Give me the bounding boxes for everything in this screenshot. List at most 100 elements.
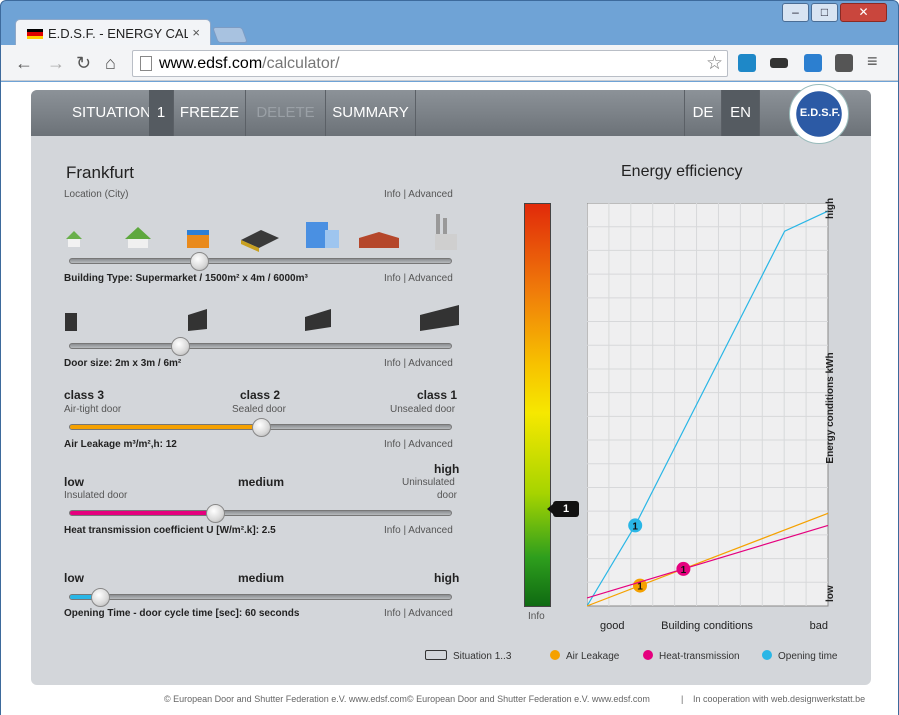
- air-leakage-label: Air Leakage m³/m²,h: 12: [64, 439, 177, 450]
- air-class3-label: class 3: [64, 388, 105, 402]
- door-size-knob[interactable]: [171, 337, 191, 356]
- air-leakage-knob[interactable]: [251, 418, 271, 437]
- app-menu-bar: SITUATION 1 FREEZE DELETE SUMMARY DE EN …: [31, 84, 871, 144]
- energy-chart: 1 1 1 good Building conditions bad: [587, 203, 829, 632]
- bookmark-star-icon[interactable]: ☆: [706, 52, 723, 75]
- door-size-label: Door size: 2m x 3m / 6m²: [64, 358, 182, 369]
- door-small-icon: [65, 313, 77, 331]
- footer-cooperation: In cooperation with web.designwerkstatt.…: [693, 694, 866, 704]
- opening-time-knob[interactable]: [90, 588, 110, 607]
- heat-info-link[interactable]: Info | Advanced: [384, 525, 453, 536]
- heat-high-sub1: Uninsulated: [402, 477, 455, 488]
- heat-high-label: high: [434, 462, 460, 476]
- browser-window: E.D.S.F. - ENERGY CALC × – □ ✕ ← → ↻ ⌂ w…: [0, 0, 899, 715]
- address-bar[interactable]: www.edsf.com/calculator/ ☆: [132, 50, 728, 77]
- delete-menu[interactable]: DELETE: [246, 90, 326, 136]
- opening-low-label: low: [64, 571, 84, 585]
- building-type-icons: [66, 214, 457, 252]
- opening-high-label: high: [434, 571, 460, 585]
- door-info-link[interactable]: Info | Advanced: [384, 358, 453, 369]
- building-type-slider[interactable]: [69, 252, 452, 271]
- air-class1-sub: Unsealed door: [390, 404, 456, 415]
- situation-marker-icon: [425, 650, 447, 660]
- back-icon[interactable]: ←: [15, 53, 33, 74]
- freeze-menu[interactable]: FREEZE: [174, 90, 246, 136]
- heat-low-label: low: [64, 475, 84, 489]
- close-window-button[interactable]: ✕: [840, 3, 887, 22]
- heat-transmission-label: Heat transmission coefficient U [W/m².k]…: [64, 525, 276, 536]
- menu-icon[interactable]: ≡: [867, 51, 878, 72]
- tab-close-icon[interactable]: ×: [192, 25, 200, 40]
- heat-low-sub: Insulated door: [64, 490, 128, 501]
- air-class3-sub: Air-tight door: [64, 404, 122, 415]
- x-high-label: bad: [810, 620, 828, 632]
- scale-info-link[interactable]: Info: [528, 611, 545, 622]
- lang-de[interactable]: DE: [684, 90, 722, 136]
- air-class1-label: class 1: [417, 388, 458, 402]
- air-class2-label: class 2: [240, 388, 281, 402]
- air-leakage-slider[interactable]: [69, 418, 452, 437]
- footer-separator: |: [681, 694, 684, 704]
- footer-copyright: © European Door and Shutter Federation e…: [164, 694, 650, 704]
- home-icon[interactable]: ⌂: [105, 53, 116, 74]
- series-marker-label: 1: [681, 565, 687, 576]
- small-house-icon: [66, 231, 82, 247]
- forward-icon[interactable]: →: [47, 53, 65, 74]
- x-axis-label: Building conditions: [661, 620, 753, 632]
- tab-title: E.D.S.F. - ENERGY CALC: [48, 26, 188, 41]
- maximize-button[interactable]: □: [811, 3, 838, 22]
- page-icon: [140, 56, 152, 71]
- heat-transmission-knob[interactable]: [205, 504, 225, 523]
- heat-transmission-fill: [70, 511, 216, 515]
- situation-number[interactable]: 1: [149, 90, 174, 136]
- opening-info-link[interactable]: Info | Advanced: [384, 608, 453, 619]
- house-icon: [125, 227, 151, 248]
- heat-transmission-slider[interactable]: [69, 504, 452, 523]
- series-marker-label: 1: [637, 582, 643, 593]
- opening-dot-icon: [762, 650, 772, 660]
- opening-time-slider[interactable]: [69, 588, 452, 607]
- lang-en[interactable]: EN: [722, 90, 760, 136]
- supermarket-icon: [241, 230, 279, 252]
- city-name: Frankfurt: [66, 163, 135, 182]
- air-class2-sub: Sealed door: [232, 404, 286, 415]
- page-content: SITUATION 1 FREEZE DELETE SUMMARY DE EN …: [1, 82, 898, 715]
- extension-tool-icon[interactable]: [835, 54, 853, 72]
- new-tab-button[interactable]: [212, 27, 248, 43]
- minimize-button[interactable]: –: [782, 3, 809, 22]
- extension-mask-icon[interactable]: [770, 58, 788, 68]
- legend-heat: Heat-transmission: [643, 650, 740, 662]
- door-medium-icon: [188, 309, 207, 331]
- heat-dot-icon: [643, 650, 653, 660]
- air-info-link[interactable]: Info | Advanced: [384, 439, 453, 450]
- heat-high-sub2: door: [437, 490, 458, 501]
- location-label: Location (City): [64, 189, 129, 200]
- extension-blue-icon[interactable]: [804, 54, 822, 72]
- office-building-icon: [306, 222, 339, 248]
- building-info-link[interactable]: Info | Advanced: [384, 273, 453, 284]
- extension-x-icon[interactable]: [738, 54, 756, 72]
- air-dot-icon: [550, 650, 560, 660]
- calculator-app: SITUATION 1 FREEZE DELETE SUMMARY DE EN …: [31, 84, 871, 685]
- summary-menu[interactable]: SUMMARY: [326, 90, 416, 136]
- german-flag-icon: [27, 29, 43, 39]
- x-low-label: good: [600, 620, 624, 632]
- y-high-label: high: [825, 197, 836, 219]
- edsf-logo: E.D.S.F.: [789, 84, 849, 144]
- y-low-label: low: [825, 585, 836, 602]
- shop-icon: [187, 230, 209, 248]
- browser-toolbar: ← → ↻ ⌂ www.edsf.com/calculator/ ☆ ≡: [1, 45, 898, 81]
- reload-icon[interactable]: ↻: [76, 53, 91, 74]
- browser-tab[interactable]: E.D.S.F. - ENERGY CALC ×: [15, 19, 211, 46]
- factory-icon: [435, 214, 457, 250]
- location-info-link[interactable]: Info | Advanced: [384, 189, 453, 200]
- efficiency-title: Energy efficiency: [621, 163, 743, 180]
- legend-opening: Opening time: [762, 650, 837, 662]
- tab-strip: E.D.S.F. - ENERGY CALC × – □ ✕: [1, 1, 898, 46]
- series-marker-label: 1: [632, 521, 638, 532]
- door-size-slider[interactable]: [69, 337, 452, 356]
- door-large-icon: [305, 309, 331, 331]
- building-type-knob[interactable]: [190, 252, 210, 271]
- opening-time-label: Opening Time - door cycle time [sec]: 60…: [64, 608, 300, 619]
- legend-air: Air Leakage: [550, 650, 619, 662]
